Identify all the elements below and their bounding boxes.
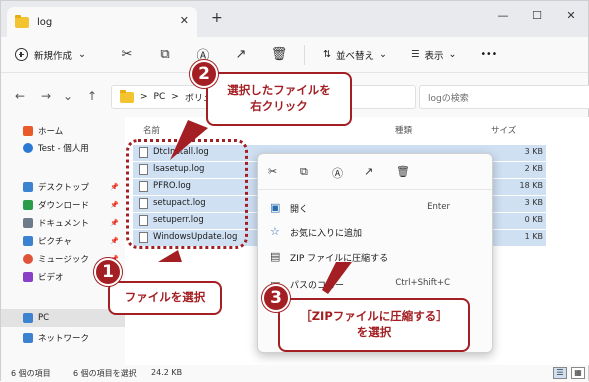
callout-step-2: 選択したファイルを 右クリック — [206, 72, 352, 126]
callout-step-3-text-1: ［ZIPファイルに圧縮する］ — [300, 309, 448, 324]
callout-2-pointer — [170, 120, 208, 160]
callout-step-3-text-2: を選択 — [356, 325, 392, 339]
callout-step-2-text-1: 選択したファイルを — [227, 83, 331, 98]
step-2-badge: 2 — [190, 60, 218, 88]
callout-step-1: ファイルを選択 — [108, 281, 222, 315]
callout-1-pointer — [158, 250, 182, 262]
callout-3-pointer — [322, 262, 352, 294]
step-1-badge: 1 — [94, 258, 122, 286]
callout-step-2-text-2: 右クリック — [250, 99, 308, 113]
callout-step-1-text: ファイルを選択 — [124, 290, 206, 305]
callout-step-3: ［ZIPファイルに圧縮する］ を選択 — [278, 298, 470, 352]
step-3-badge: 3 — [262, 284, 290, 312]
